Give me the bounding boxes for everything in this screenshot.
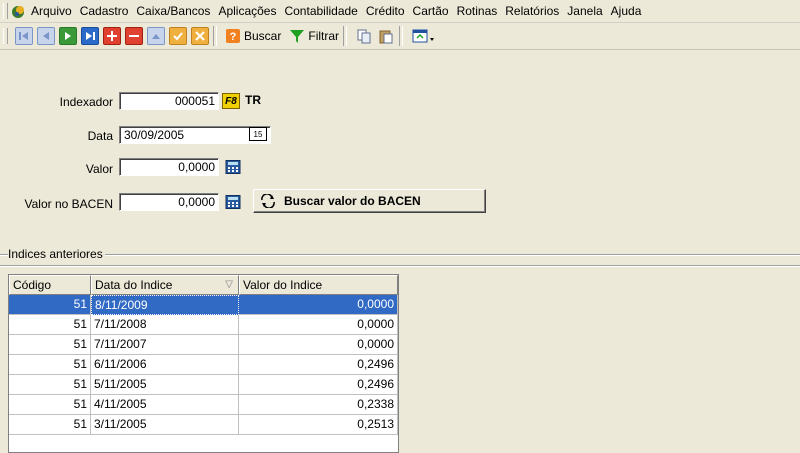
menu-grip[interactable] [3,3,8,19]
table-row[interactable]: 51 7/11/2007 0,0000 [9,335,398,355]
column-header-data[interactable]: Data do Indice ▽ [91,275,239,295]
menu-rotinas[interactable]: Rotinas [453,4,502,18]
cancel-icon[interactable] [191,27,209,45]
group-border [0,254,800,256]
fetch-bacen-label: Buscar valor do BACEN [284,194,421,208]
cell-data[interactable]: 8/11/2009 [91,295,239,315]
column-header-data-label: Data do Indice [95,278,173,292]
calendar-icon[interactable]: 15 [249,127,267,141]
cell-codigo[interactable]: 51 [9,395,91,415]
filter-icon [290,30,305,43]
search-label: Buscar [244,29,282,43]
table-row[interactable]: 51 3/11/2005 0,2513 [9,415,398,435]
cell-valor[interactable]: 0,2338 [239,395,398,415]
filter-label: Filtrar [308,29,340,43]
menu-arquivo[interactable]: Arquivo [31,4,76,18]
first-record-icon[interactable] [15,27,33,45]
cell-valor[interactable]: 0,0000 [239,335,398,355]
delete-record-icon[interactable] [125,27,143,45]
indices-grid[interactable]: Código Data do Indice ▽ Valor do Indice … [8,274,399,453]
group-title: Indices anteriores [8,247,105,261]
copy-icon[interactable] [355,27,373,45]
cell-data[interactable]: 6/11/2006 [91,355,239,375]
column-header-valor[interactable]: Valor do Indice [239,275,398,295]
valor-field[interactable]: 0,0000 [119,158,219,176]
search-button[interactable]: ? Buscar [225,28,281,44]
edit-record-icon[interactable] [147,27,165,45]
paste-icon[interactable] [377,27,395,45]
sort-descending-icon: ▽ [225,279,233,290]
cell-codigo[interactable]: 51 [9,335,91,355]
next-record-icon[interactable] [59,27,77,45]
toolbar-grip[interactable] [3,28,8,44]
indexador-field[interactable]: 000051 [119,92,219,110]
table-row[interactable]: 51 8/11/2009 0,0000 [9,295,398,315]
valor-bacen-label: Valor no BACEN [24,197,113,211]
table-row[interactable]: 51 6/11/2006 0,2496 [9,355,398,375]
cell-data[interactable]: 4/11/2005 [91,395,239,415]
cell-valor[interactable]: 0,2513 [239,415,398,435]
menu-cadastro[interactable]: Cadastro [76,4,133,18]
cell-codigo[interactable]: 51 [9,315,91,335]
valor-bacen-field[interactable]: 0,0000 [119,193,219,211]
calculator-icon[interactable] [224,159,242,175]
grid-header: Código Data do Indice ▽ Valor do Indice [9,275,398,295]
table-row[interactable]: 51 5/11/2005 0,2496 [9,375,398,395]
cell-codigo[interactable]: 51 [9,375,91,395]
cell-data[interactable]: 3/11/2005 [91,415,239,435]
menu-credito[interactable]: Crédito [362,4,409,18]
f8-lookup-label: F8 [225,95,237,107]
cell-data[interactable]: 5/11/2005 [91,375,239,395]
menu-bar: Arquivo Cadastro Caixa/Bancos Aplicações… [0,0,800,23]
menu-ajuda[interactable]: Ajuda [607,4,646,18]
cell-valor[interactable]: 0,2496 [239,375,398,395]
add-record-icon[interactable] [103,27,121,45]
calendar-icon-text: 15 [253,129,263,139]
search-icon: ? [226,29,240,43]
toolbar-separator [399,26,404,46]
fetch-bacen-button[interactable]: Buscar valor do BACEN [253,189,486,213]
cell-data[interactable]: 7/11/2007 [91,335,239,355]
table-row[interactable]: 51 7/11/2008 0,0000 [9,315,398,335]
menu-janela[interactable]: Janela [563,4,606,18]
data-label: Data [87,129,113,143]
menu-contabilidade[interactable]: Contabilidade [280,4,361,18]
cell-codigo[interactable]: 51 [9,295,91,315]
indexador-name: TR [245,93,261,107]
menu-caixa-bancos[interactable]: Caixa/Bancos [132,4,214,18]
f8-lookup-button[interactable]: F8 [222,93,240,109]
menu-relatorios[interactable]: Relatórios [501,4,563,18]
confirm-icon[interactable] [169,27,187,45]
cell-codigo[interactable]: 51 [9,415,91,435]
calculator-icon[interactable] [224,194,242,210]
cell-valor[interactable]: 0,2496 [239,355,398,375]
previous-record-icon[interactable] [37,27,55,45]
app-logo-icon[interactable] [11,3,27,19]
group-border [0,265,800,267]
toolbar: ? Buscar Filtrar [0,23,800,50]
cell-data[interactable]: 7/11/2008 [91,315,239,335]
menu-aplicacoes[interactable]: Aplicações [214,4,280,18]
svg-text:?: ? [230,31,237,43]
column-header-codigo[interactable]: Código [9,275,91,295]
cell-codigo[interactable]: 51 [9,355,91,375]
window-menu-icon[interactable] [411,27,437,45]
valor-label: Valor [85,162,113,176]
menu-cartao[interactable]: Cartão [409,4,453,18]
exchange-icon [261,194,275,208]
last-record-icon[interactable] [81,27,99,45]
cell-valor[interactable]: 0,0000 [239,315,398,335]
indexador-label: Indexador [59,95,113,109]
table-row[interactable]: 51 4/11/2005 0,2338 [9,395,398,415]
filter-button[interactable]: Filtrar [289,28,339,44]
toolbar-separator [213,26,217,46]
toolbar-separator [343,26,348,46]
cell-valor[interactable]: 0,0000 [239,295,398,315]
